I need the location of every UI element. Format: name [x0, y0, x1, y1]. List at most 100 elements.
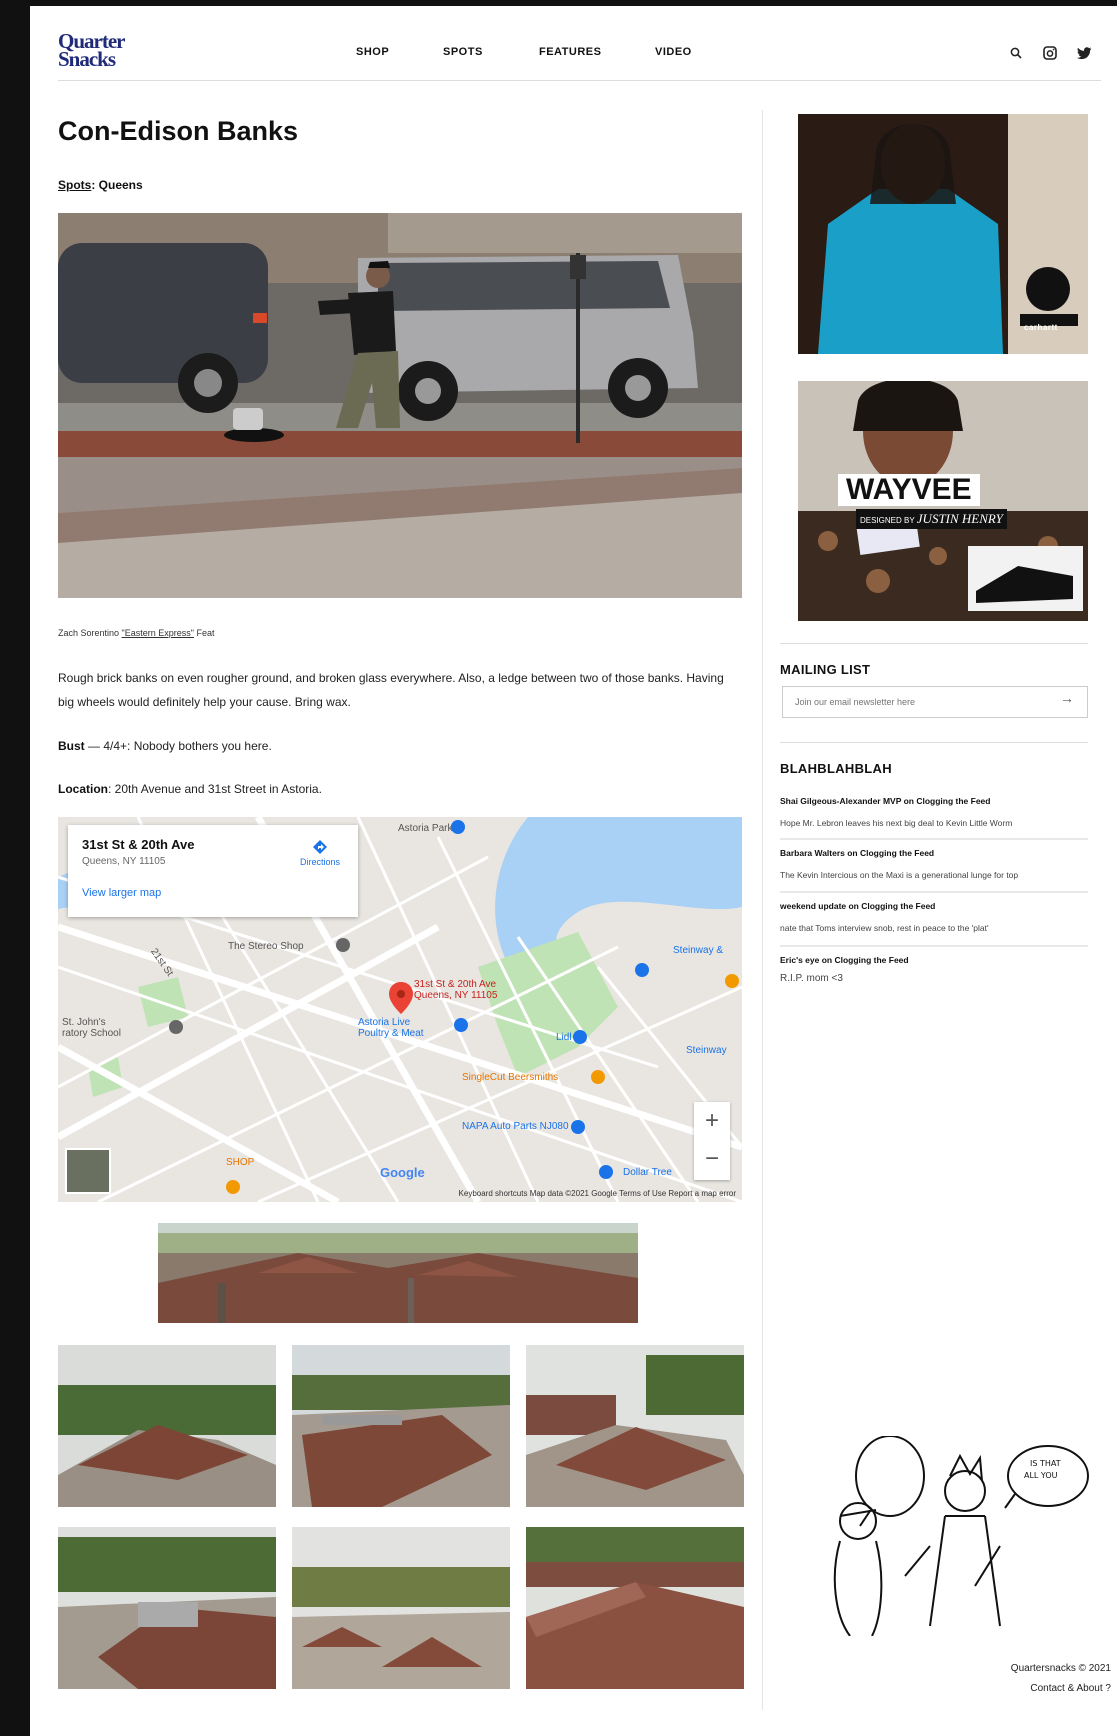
- directions-icon: [312, 840, 327, 854]
- cartoon-illustration: IS THAT ALL YOU: [810, 1435, 1090, 1637]
- header-divider: [58, 80, 1101, 81]
- svg-text:IS THAT: IS THAT: [1030, 1459, 1061, 1468]
- map-label-singlecut: SingleCut Beersmiths: [462, 1072, 559, 1083]
- wayvee-headline: WAYVEE: [838, 474, 980, 506]
- panorama-image: [158, 1223, 638, 1323]
- map-label-napa: NAPA Auto Parts NJ080: [462, 1121, 569, 1132]
- cartoon-image: IS THAT ALL YOU: [833, 1435, 1089, 1637]
- nav-video[interactable]: VIDEO: [655, 46, 692, 58]
- carhartt-ad-image: [798, 114, 1088, 354]
- comment-title: weekend update on Clogging the Feed: [780, 901, 936, 911]
- spot-photo-2[interactable]: [292, 1345, 510, 1507]
- bust-rating: Bust — 4/4+: Nobody bothers you here.: [58, 734, 738, 758]
- map-label-astoria-park: Astoria Park: [398, 823, 453, 834]
- map-label-shop: SHOP: [226, 1157, 255, 1168]
- hero-skater-image: [58, 213, 742, 598]
- zoom-out-button[interactable]: −: [694, 1140, 730, 1178]
- instagram-icon[interactable]: [1041, 44, 1059, 62]
- google-map[interactable]: Astoria Park The Stereo Shop Astoria Liv…: [58, 817, 742, 1202]
- map-info-card: 31st St & 20th Ave Queens, NY 11105 View…: [68, 825, 358, 917]
- spot-panorama-photo[interactable]: [158, 1223, 638, 1323]
- comment-divider: [780, 891, 1088, 893]
- wayvee-designed-by: DESIGNED BY: [860, 516, 915, 525]
- comment-snippet: R.I.P. mom <3: [780, 973, 843, 984]
- spot-photo-4-image: [58, 1527, 276, 1689]
- nav-spots[interactable]: SPOTS: [443, 46, 483, 58]
- spot-photo-1-image: [58, 1345, 276, 1507]
- comment-title: Shai Gilgeous-Alexander MVP on Clogging …: [780, 796, 991, 806]
- wayvee-subline: DESIGNED BY JUSTIN HENRY: [856, 509, 1007, 529]
- caption-suffix: Feat: [193, 628, 215, 638]
- bust-text: — 4/4+: Nobody bothers you here.: [84, 739, 272, 753]
- search-icon[interactable]: [1007, 44, 1025, 62]
- map-label-steinway: Steinway: [686, 1045, 727, 1056]
- mailing-list-input[interactable]: [782, 686, 1088, 718]
- location-text: : 20th Avenue and 31st Street in Astoria…: [108, 782, 322, 796]
- map-zoom-control: + −: [694, 1102, 730, 1180]
- map-label-st-johns: St. John's ratory School: [62, 1017, 121, 1039]
- map-label-steinway-station: Steinway &: [673, 945, 724, 956]
- comment-item[interactable]: Eric's eye on Clogging the Feed R.I.P. m…: [780, 955, 1088, 984]
- spot-photo-2-image: [292, 1345, 510, 1507]
- comment-title: Barbara Walters on Clogging the Feed: [780, 848, 935, 858]
- location-label: Location: [58, 782, 108, 796]
- spot-photo-3[interactable]: [526, 1345, 744, 1507]
- breadcrumb-value: : Queens: [91, 178, 143, 192]
- comment-item[interactable]: Shai Gilgeous-Alexander MVP on Clogging …: [780, 796, 1088, 828]
- comment-divider: [780, 838, 1088, 840]
- spot-photo-4[interactable]: [58, 1527, 276, 1689]
- vans-wayvee-ad[interactable]: WAYVEE DESIGNED BY JUSTIN HENRY: [798, 381, 1088, 621]
- logo-line-2: Snacks: [58, 47, 116, 71]
- sidebar-divider: [762, 110, 763, 1710]
- google-logo: Google: [380, 1165, 425, 1180]
- footer-contact-link[interactable]: Contact & About ?: [1030, 1683, 1111, 1694]
- map-label-poultry: Astoria Live Poultry & Meat: [358, 1017, 424, 1039]
- map-label-lidl: Lidl: [556, 1032, 572, 1043]
- bust-label: Bust: [58, 739, 85, 753]
- spot-photo-5[interactable]: [292, 1527, 510, 1689]
- map-label-stereo-shop: The Stereo Shop: [228, 941, 304, 952]
- spot-photo-6[interactable]: [526, 1527, 744, 1689]
- sidebar-rule: [780, 643, 1088, 644]
- comment-item[interactable]: Barbara Walters on Clogging the Feed The…: [780, 848, 1088, 880]
- sidebar-rule: [780, 742, 1088, 743]
- wayvee-designer: JUSTIN HENRY: [916, 511, 1003, 526]
- directions-label: Directions: [299, 857, 340, 867]
- spot-photo-1[interactable]: [58, 1345, 276, 1507]
- spot-photo-6-image: [526, 1527, 744, 1689]
- footer-copyright: Quartersnacks © 2021: [1010, 1663, 1111, 1674]
- caption-link[interactable]: "Eastern Express": [122, 628, 194, 638]
- quartersnacks-logo[interactable]: Quarter Snacks: [58, 31, 138, 71]
- map-terms[interactable]: Keyboard shortcuts Map data ©2021 Google…: [459, 1189, 736, 1198]
- arrow-right-icon[interactable]: →: [1060, 690, 1074, 706]
- spot-photo-5-image: [292, 1527, 510, 1689]
- comment-snippet: Hope Mr. Lebron leaves his next big deal…: [780, 818, 1013, 828]
- hero-video[interactable]: [58, 213, 742, 598]
- breadcrumb-spots-link[interactable]: Spots: [58, 178, 91, 192]
- zoom-in-button[interactable]: +: [694, 1102, 730, 1140]
- carhartt-logo-text: carhartt: [1024, 323, 1058, 332]
- caption-prefix: Zach Sorentino: [58, 628, 122, 638]
- carhartt-ad[interactable]: carhartt: [798, 114, 1088, 354]
- map-pin-label: 31st St & 20th Ave Queens, NY 11105: [414, 979, 498, 1001]
- spot-description: Rough brick banks on even rougher ground…: [58, 671, 724, 709]
- mailing-list-heading: MAILING LIST: [780, 662, 871, 677]
- header-icons: [1007, 44, 1093, 62]
- page-title: Con-Edison Banks: [58, 116, 299, 146]
- view-larger-map-link[interactable]: View larger map: [82, 887, 344, 899]
- directions-button[interactable]: Directions: [300, 839, 340, 867]
- nav-shop[interactable]: SHOP: [356, 46, 389, 58]
- spot-photo-3-image: [526, 1345, 744, 1507]
- twitter-icon[interactable]: [1075, 44, 1093, 62]
- spot-location: Location: 20th Avenue and 31st Street in…: [58, 777, 738, 801]
- page: Quarter Snacks SHOP SPOTS FEATURES VIDEO…: [30, 6, 1117, 1736]
- breadcrumb: Spots: Queens: [58, 178, 143, 192]
- comment-snippet: nate that Toms interview snob, rest in p…: [780, 923, 989, 933]
- svg-text:ALL YOU: ALL YOU: [1024, 1471, 1058, 1480]
- comment-title: Eric's eye on Clogging the Feed: [780, 955, 909, 965]
- comment-item[interactable]: weekend update on Clogging the Feed nate…: [780, 901, 1088, 933]
- comment-divider: [780, 945, 1088, 947]
- nav-features[interactable]: FEATURES: [539, 46, 601, 58]
- comments-heading: BLAHBLAHBLAH: [780, 761, 892, 776]
- map-label-dollar-tree: Dollar Tree: [623, 1167, 672, 1178]
